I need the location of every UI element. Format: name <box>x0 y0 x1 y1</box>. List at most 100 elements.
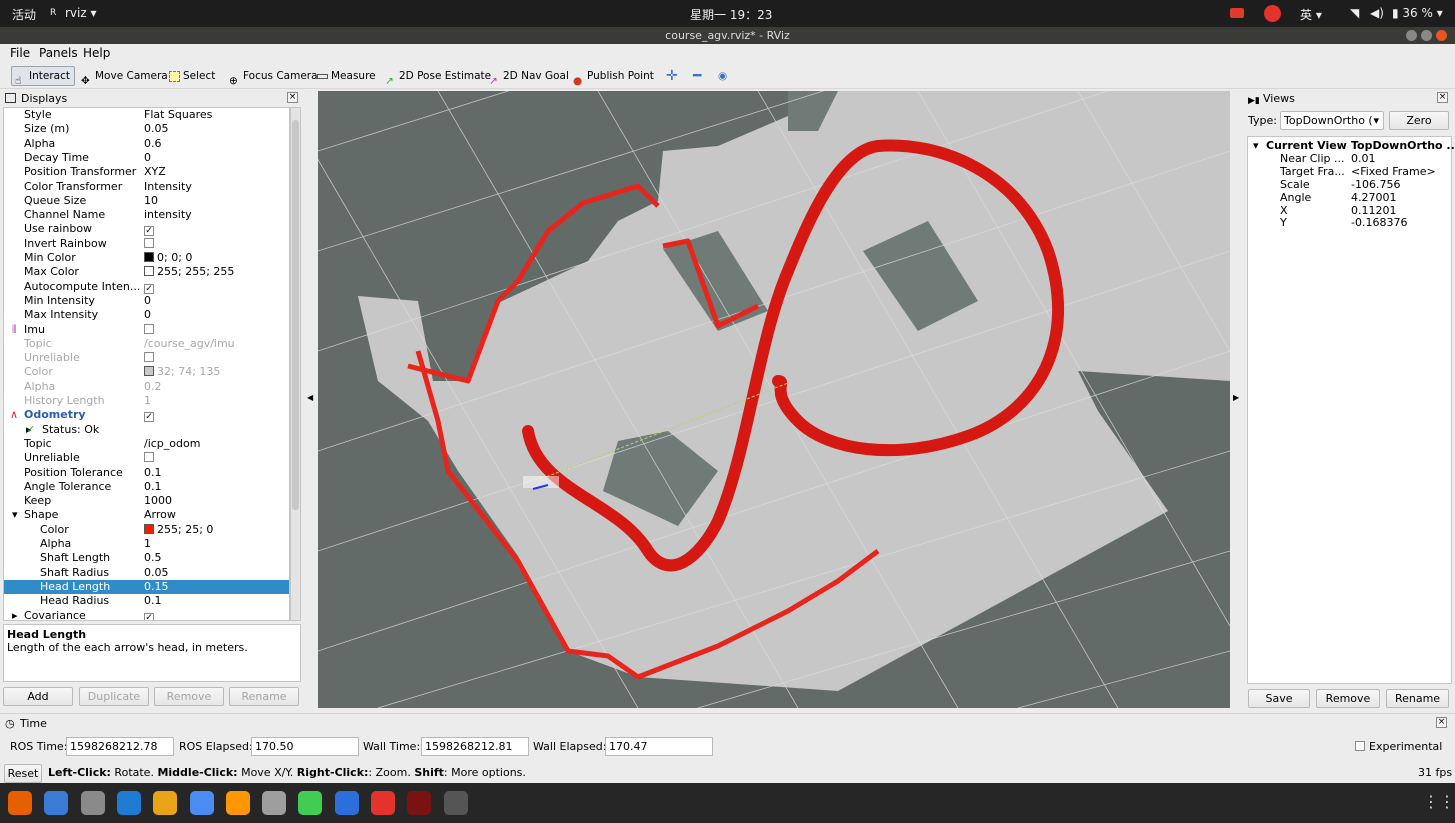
interact-tool[interactable]: ☝ Interact <box>11 66 75 87</box>
property-value[interactable]: 255; 255; 255 <box>144 265 234 279</box>
view-property-value[interactable]: -106.756 <box>1351 178 1400 191</box>
netease-tray-icon[interactable] <box>1264 5 1281 22</box>
netease-music-icon[interactable] <box>371 791 395 815</box>
property-value[interactable]: Flat Squares <box>144 108 212 122</box>
chrome-icon[interactable] <box>153 791 178 815</box>
activities-button[interactable]: 活动 <box>12 6 36 23</box>
nav-goal-tool[interactable]: ↗ 2D Nav Goal <box>486 66 573 87</box>
property-row[interactable]: Max Intensity 0 <box>4 308 289 322</box>
property-value[interactable]: ✓ <box>144 222 154 237</box>
property-row[interactable]: Shaft Radius 0.05 <box>4 566 289 580</box>
view-property-row[interactable]: X 0.11201 <box>1248 204 1451 217</box>
property-value[interactable]: ✓ <box>144 609 154 620</box>
property-value[interactable] <box>144 351 154 365</box>
property-value[interactable]: 0; 0; 0 <box>144 251 192 265</box>
property-row[interactable]: Alpha 1 <box>4 537 289 551</box>
checkbox[interactable]: ✓ <box>144 612 154 620</box>
remove-display-button[interactable]: Remove <box>154 687 224 706</box>
tool-properties-button[interactable]: ◉ <box>715 66 731 86</box>
property-row[interactable]: Min Intensity 0 <box>4 294 289 308</box>
pose-estimate-tool[interactable]: ↗ 2D Pose Estimate <box>382 66 495 87</box>
collapse-right-icon[interactable]: ▶ <box>1233 393 1239 402</box>
close-icon[interactable]: × <box>287 92 298 103</box>
minimize-icon[interactable] <box>1406 30 1417 41</box>
checkbox[interactable]: ✓ <box>144 283 154 294</box>
property-row[interactable]: Unreliable <box>4 451 289 465</box>
view-property-value[interactable]: TopDownOrtho ... <box>1351 139 1455 152</box>
property-value[interactable]: ✓ <box>144 280 154 294</box>
rename-display-button[interactable]: Rename <box>229 687 299 706</box>
property-row[interactable]: Topic/course_agv/imu <box>4 337 289 351</box>
duplicate-display-button[interactable]: Duplicate <box>79 687 149 706</box>
property-row[interactable]: Autocompute Inten... ✓ <box>4 280 289 294</box>
input-method-indicator[interactable]: 英 ▾ <box>1300 6 1322 23</box>
battery-indicator[interactable]: ▮ 36 % ▾ <box>1392 6 1443 20</box>
property-value[interactable] <box>144 237 154 251</box>
property-value[interactable]: 0.1 <box>144 466 162 480</box>
property-row[interactable]: Invert Rainbow <box>4 237 289 251</box>
remove-view-button[interactable]: Remove <box>1316 689 1380 708</box>
property-row[interactable]: Head Radius 0.1 <box>4 594 289 608</box>
render-viewport[interactable] <box>318 91 1230 708</box>
view-property-value[interactable]: 0.01 <box>1351 152 1376 165</box>
property-value[interactable]: 1 <box>144 394 151 408</box>
property-value[interactable]: Arrow <box>144 508 176 522</box>
property-value[interactable] <box>144 323 154 337</box>
scrollbar-thumb[interactable] <box>292 120 299 510</box>
record-icon[interactable] <box>1230 8 1244 18</box>
property-row[interactable]: ▾ Shape Arrow <box>4 508 289 522</box>
property-value[interactable]: 0.05 <box>144 566 169 580</box>
ros-time-field[interactable]: 1598268212.78 <box>66 737 174 756</box>
property-row[interactable]: Topic/icp_odom <box>4 437 289 451</box>
zero-button[interactable]: Zero <box>1389 111 1449 130</box>
close-window-icon[interactable] <box>1436 30 1447 41</box>
menu-file[interactable]: File <box>10 46 30 60</box>
menu-help[interactable]: Help <box>83 46 110 60</box>
property-row[interactable]: Angle Tolerance 0.1 <box>4 480 289 494</box>
view-property-row[interactable]: Scale -106.756 <box>1248 178 1451 191</box>
move-camera-tool[interactable]: ✥ Move Camera <box>78 66 172 87</box>
add-display-button[interactable]: Add <box>3 687 73 706</box>
property-row[interactable]: Keep 1000 <box>4 494 289 508</box>
view-property-value[interactable]: 0.11201 <box>1351 204 1397 217</box>
view-property-value[interactable]: <Fixed Frame> <box>1351 165 1436 178</box>
property-value[interactable]: 0.5 <box>144 551 162 565</box>
view-property-tree[interactable]: ▾ Current View TopDownOrtho ... Near Clip .… <box>1247 136 1455 684</box>
add-tool-button[interactable]: ✛ <box>663 66 682 86</box>
property-row[interactable]: History Length 1 <box>4 394 289 408</box>
select-tool[interactable]: Select <box>166 66 219 86</box>
terminal-icon[interactable] <box>407 791 432 815</box>
wifi-icon[interactable]: ◥ <box>1350 6 1359 20</box>
checkbox[interactable]: ✓ <box>144 412 154 423</box>
view-property-row[interactable]: Target Fra... <Fixed Frame> <box>1248 165 1451 178</box>
close-icon[interactable]: × <box>1436 717 1447 728</box>
property-row[interactable]: Shaft Length 0.5 <box>4 551 289 565</box>
app-menu-button[interactable]: rviz ▾ <box>65 6 97 20</box>
property-row[interactable]: Use rainbow ✓ <box>4 222 289 237</box>
property-value[interactable]: 0.15 <box>144 580 169 594</box>
checkbox[interactable]: ✓ <box>144 226 154 237</box>
qt-icon[interactable] <box>298 791 323 815</box>
property-row[interactable]: ▸ Covariance ✓ <box>4 609 289 620</box>
focus-camera-tool[interactable]: ⊕ Focus Camera <box>226 66 322 87</box>
property-value[interactable]: ✓ <box>144 408 154 423</box>
app-grid-icon[interactable]: ⋮⋮ <box>1423 792 1455 811</box>
wall-time-field[interactable]: 1598268212.81 <box>421 737 529 756</box>
view-property-value[interactable]: -0.168376 <box>1351 216 1407 229</box>
property-row[interactable]: Alpha 0.6 <box>4 137 289 151</box>
property-row[interactable]: Size (m) 0.05 <box>4 122 289 136</box>
remove-tool-button[interactable]: ━ <box>690 66 705 86</box>
property-value[interactable]: 32; 74; 135 <box>144 365 220 379</box>
property-row[interactable]: Queue Size 10 <box>4 194 289 208</box>
property-row[interactable]: ∧ Odometry ✓ <box>4 408 289 423</box>
firefox-icon[interactable] <box>8 791 32 815</box>
property-value[interactable]: /course_agv/imu <box>144 337 235 351</box>
property-value[interactable]: XYZ <box>144 165 166 179</box>
wall-elapsed-field[interactable]: 170.47 <box>605 737 713 756</box>
rename-view-button[interactable]: Rename <box>1386 689 1449 708</box>
property-value[interactable]: 0.1 <box>144 480 162 494</box>
property-row[interactable]: Color 255; 25; 0 <box>4 523 289 537</box>
property-value[interactable]: 10 <box>144 194 158 208</box>
expander-icon[interactable]: ▾ <box>12 508 18 522</box>
maximize-icon[interactable] <box>1421 30 1432 41</box>
